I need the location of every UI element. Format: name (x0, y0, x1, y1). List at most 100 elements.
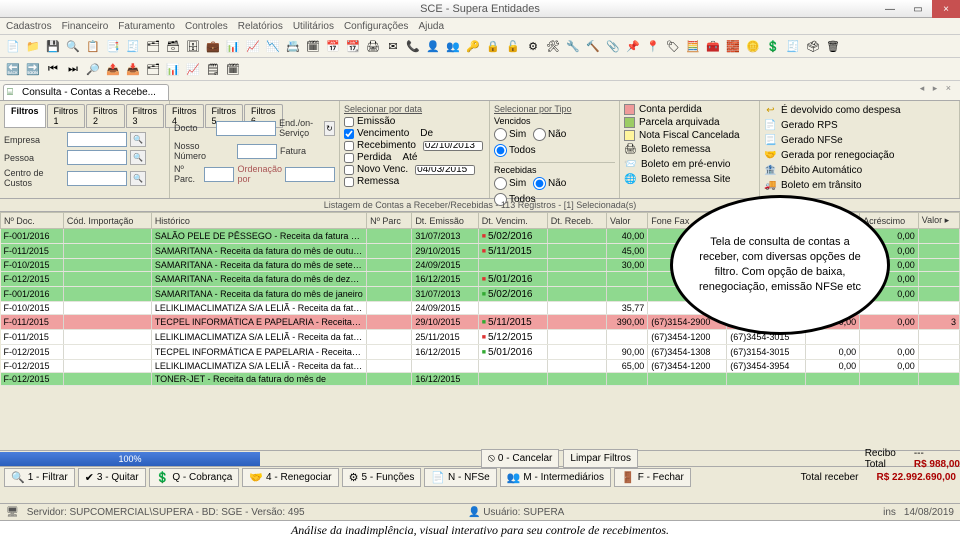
toolbar-button-26[interactable]: ⚙ (524, 37, 542, 55)
toolbar-button-9[interactable]: 📈 (184, 60, 202, 78)
novovenc-check[interactable] (344, 165, 354, 175)
menu-ajuda[interactable]: Ajuda (418, 21, 444, 32)
toolbar-button-23[interactable]: 🔑 (464, 37, 482, 55)
intermediarios-button[interactable]: 👥M - Intermediários (500, 468, 611, 487)
column-header[interactable]: Cód. Importação (63, 213, 151, 229)
filter-tab-1[interactable]: Filtros 1 (47, 104, 86, 128)
toolbar-button-16[interactable]: 📅 (324, 37, 342, 55)
pessoa-input[interactable] (67, 150, 127, 165)
toolbar-button-5[interactable]: 📑 (104, 37, 122, 55)
column-header[interactable]: Nº Doc. (1, 213, 64, 229)
vencimento-check[interactable] (344, 129, 354, 139)
quitar-button[interactable]: ✔3 - Quitar (78, 468, 146, 487)
ate-input[interactable] (415, 165, 475, 175)
toolbar-button-2[interactable]: 💾 (44, 37, 62, 55)
column-header[interactable]: Dt. Vencim. (478, 213, 547, 229)
menu-faturamento[interactable]: Faturamento (118, 21, 175, 32)
renegociar-button[interactable]: 🤝4 - Renegociar (242, 468, 338, 487)
toolbar-button-8[interactable]: 🗃 (164, 37, 182, 55)
toolbar-button-5[interactable]: 📤 (104, 60, 122, 78)
toolbar-button-22[interactable]: 👥 (444, 37, 462, 55)
toolbar-button-28[interactable]: 🔧 (564, 37, 582, 55)
fechar-button[interactable]: 🚪F - Fechar (614, 468, 691, 487)
docto-input[interactable] (216, 121, 276, 136)
menu-cadastros[interactable]: Cadastros (6, 21, 52, 32)
toolbar-button-4[interactable]: 📋 (84, 37, 102, 55)
venc-nao-radio[interactable] (533, 128, 546, 141)
table-row[interactable]: F-012/2015TECPEL INFORMÁTICA E PAPELARIA… (1, 345, 960, 360)
clear-filters-button[interactable]: Limpar Filtros (563, 449, 638, 468)
rec-sim-radio[interactable] (494, 177, 507, 190)
refresh-icon[interactable]: ↻ (324, 121, 335, 136)
venc-sim-radio[interactable] (494, 128, 507, 141)
toolbar-button-9[interactable]: 🗄 (184, 37, 202, 55)
cobranca-button[interactable]: 💲Q - Cobrança (149, 468, 240, 487)
toolbar-button-4[interactable]: 🔎 (84, 60, 102, 78)
maximize-button[interactable]: ▭ (904, 0, 932, 18)
toolbar-button-14[interactable]: 📇 (284, 37, 302, 55)
toolbar-button-34[interactable]: 🧮 (684, 37, 702, 55)
toolbar-button-17[interactable]: 📆 (344, 37, 362, 55)
lookup-icon[interactable]: 🔍 (130, 132, 146, 147)
tab-consulta-contas[interactable]: Consulta - Contas a Recebe... (3, 84, 169, 100)
toolbar-button-11[interactable]: 📊 (224, 37, 242, 55)
menu-configurações[interactable]: Configurações (344, 21, 408, 32)
toolbar-button-3[interactable]: ⏭ (64, 60, 82, 78)
filtrar-button[interactable]: 🔍1 - Filtrar (4, 468, 75, 487)
emissao-check[interactable] (344, 117, 354, 127)
toolbar-button-1[interactable]: 🔜 (24, 60, 42, 78)
toolbar-button-0[interactable]: 🔙 (4, 60, 22, 78)
column-header[interactable]: Dt. Receb. (547, 213, 606, 229)
minimize-button[interactable]: — (876, 0, 904, 18)
toolbar-button-35[interactable]: 🧰 (704, 37, 722, 55)
receb-check[interactable] (344, 141, 354, 151)
column-header[interactable]: Dt. Emissão (412, 213, 478, 229)
toolbar-button-30[interactable]: 📎 (604, 37, 622, 55)
menu-relatórios[interactable]: Relatórios (238, 21, 283, 32)
ordenacao-input[interactable] (285, 167, 335, 182)
column-header[interactable]: Nº Parc (367, 213, 412, 229)
remessa-check[interactable] (344, 177, 354, 187)
toolbar-button-19[interactable]: ✉ (384, 37, 402, 55)
column-header[interactable]: Valor (607, 213, 648, 229)
venc-todos-radio[interactable] (494, 144, 507, 157)
table-row[interactable]: F-012/2015TONER-JET - Receita da fatura … (1, 373, 960, 386)
centro-input[interactable] (67, 171, 127, 186)
toolbar-button-7[interactable]: 🗂 (144, 37, 162, 55)
funcoes-button[interactable]: ⚙5 - Funções (342, 468, 422, 487)
cancel-button[interactable]: ⦸0 - Cancelar (481, 449, 560, 468)
filter-tab-0[interactable]: Filtros (4, 104, 46, 128)
column-header[interactable]: Valor ▸ (918, 213, 959, 229)
toolbar-button-37[interactable]: 🪙 (744, 37, 762, 55)
toolbar-button-39[interactable]: 🧾 (784, 37, 802, 55)
toolbar-button-10[interactable]: 💼 (204, 37, 222, 55)
toolbar-button-31[interactable]: 📌 (624, 37, 642, 55)
menu-utilitários[interactable]: Utilitários (293, 21, 334, 32)
toolbar-button-32[interactable]: 📍 (644, 37, 662, 55)
filter-tab-3[interactable]: Filtros 3 (126, 104, 165, 128)
toolbar-button-41[interactable]: 🗑 (824, 37, 842, 55)
toolbar-button-0[interactable]: 📄 (4, 37, 22, 55)
toolbar-button-29[interactable]: 🔨 (584, 37, 602, 55)
toolbar-button-3[interactable]: 🔍 (64, 37, 82, 55)
toolbar-button-38[interactable]: 💲 (764, 37, 782, 55)
nparc-input[interactable] (204, 167, 234, 182)
nosso-input[interactable] (237, 144, 277, 159)
nfse-button[interactable]: 📄N - NFSe (424, 468, 496, 487)
toolbar-button-15[interactable]: 🗓 (304, 37, 322, 55)
menu-controles[interactable]: Controles (185, 21, 228, 32)
perdida-check[interactable] (344, 153, 354, 163)
toolbar-button-13[interactable]: 📉 (264, 37, 282, 55)
toolbar-button-36[interactable]: 🧱 (724, 37, 742, 55)
toolbar-button-2[interactable]: ⏮ (44, 60, 62, 78)
de-input[interactable] (423, 141, 483, 151)
empresa-input[interactable] (67, 132, 127, 147)
column-header[interactable]: Histórico (151, 213, 366, 229)
mdi-buttons[interactable]: ◂ ▸ × (920, 83, 954, 94)
table-row[interactable]: F-011/2015LELIKLIMACLIMATIZA S/A LELIÃ -… (1, 330, 960, 345)
toolbar-button-18[interactable]: 🖨 (364, 37, 382, 55)
toolbar-button-6[interactable]: 🧾 (124, 37, 142, 55)
toolbar-button-10[interactable]: 🗒 (204, 60, 222, 78)
toolbar-button-33[interactable]: 🏷 (664, 37, 682, 55)
table-row[interactable]: F-012/2015LELIKLIMACLIMATIZA S/A LELIÃ -… (1, 360, 960, 373)
